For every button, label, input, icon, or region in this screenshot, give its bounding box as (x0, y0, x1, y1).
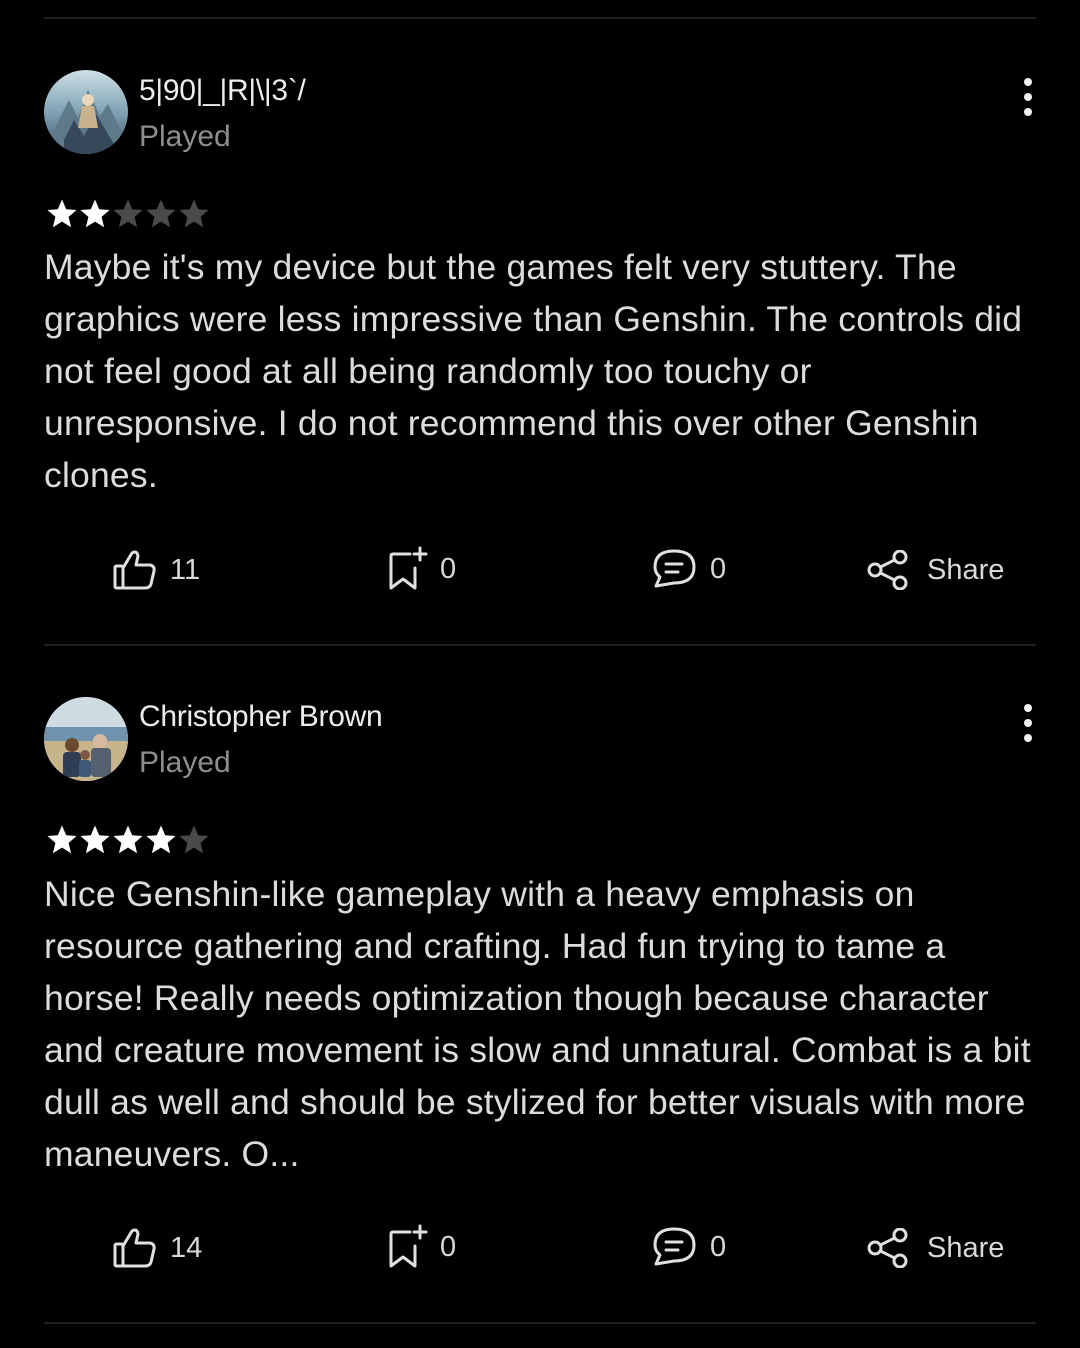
like-button[interactable]: 11 (112, 548, 200, 592)
star-empty-icon (178, 198, 210, 229)
star-empty-icon (112, 198, 144, 229)
divider-top (44, 17, 1036, 19)
save-count: 0 (440, 552, 457, 585)
play-status: Played (139, 120, 231, 153)
thumbs-up-icon (113, 550, 156, 590)
comment-bubble-icon (653, 549, 696, 588)
star-empty-icon (178, 824, 210, 855)
comment-count: 0 (710, 1230, 727, 1263)
comment-button[interactable]: 0 (652, 548, 726, 590)
star-rating (46, 198, 210, 229)
share-label: Share (927, 553, 1005, 586)
bookmark-plus-icon (389, 546, 428, 590)
divider (44, 1322, 1036, 1324)
star-filled-icon (79, 824, 111, 855)
share-button[interactable]: Share (867, 550, 1004, 590)
avatar[interactable] (44, 70, 128, 154)
star-empty-icon (145, 198, 177, 229)
like-button[interactable]: 14 (112, 1226, 202, 1270)
save-count: 0 (440, 1230, 457, 1263)
username[interactable]: Christopher Brown (139, 700, 383, 734)
share-label: Share (927, 1231, 1005, 1264)
star-filled-icon (79, 198, 111, 229)
review-text: Maybe it's my device but the games felt … (44, 247, 1023, 495)
star-rating (46, 824, 210, 855)
share-button[interactable]: Share (867, 1228, 1004, 1268)
star-filled-icon (46, 198, 78, 229)
play-status: Played (139, 746, 231, 779)
vertical-ellipsis-icon (1024, 704, 1032, 742)
share-icon (867, 1228, 908, 1268)
star-filled-icon (112, 824, 144, 855)
star-filled-icon (46, 824, 78, 855)
save-button[interactable]: 0 (388, 546, 456, 592)
like-count: 11 (170, 553, 201, 586)
divider (44, 644, 1036, 646)
star-filled-icon (145, 824, 177, 855)
more-options-button[interactable] (1008, 698, 1048, 748)
save-button[interactable]: 0 (388, 1224, 456, 1270)
bookmark-plus-icon (389, 1224, 428, 1268)
username[interactable]: 5|90|_|R|\|3`/ (139, 74, 306, 108)
thumbs-up-icon (113, 1228, 156, 1268)
review-text: Nice Genshin-like gameplay with a heavy … (44, 874, 1031, 1174)
like-count: 14 (170, 1231, 203, 1264)
vertical-ellipsis-icon (1024, 78, 1032, 116)
comment-count: 0 (710, 552, 727, 585)
share-icon (867, 550, 908, 590)
more-options-button[interactable] (1008, 72, 1048, 122)
comment-button[interactable]: 0 (652, 1226, 726, 1268)
avatar[interactable] (44, 697, 128, 781)
comment-bubble-icon (653, 1227, 696, 1266)
